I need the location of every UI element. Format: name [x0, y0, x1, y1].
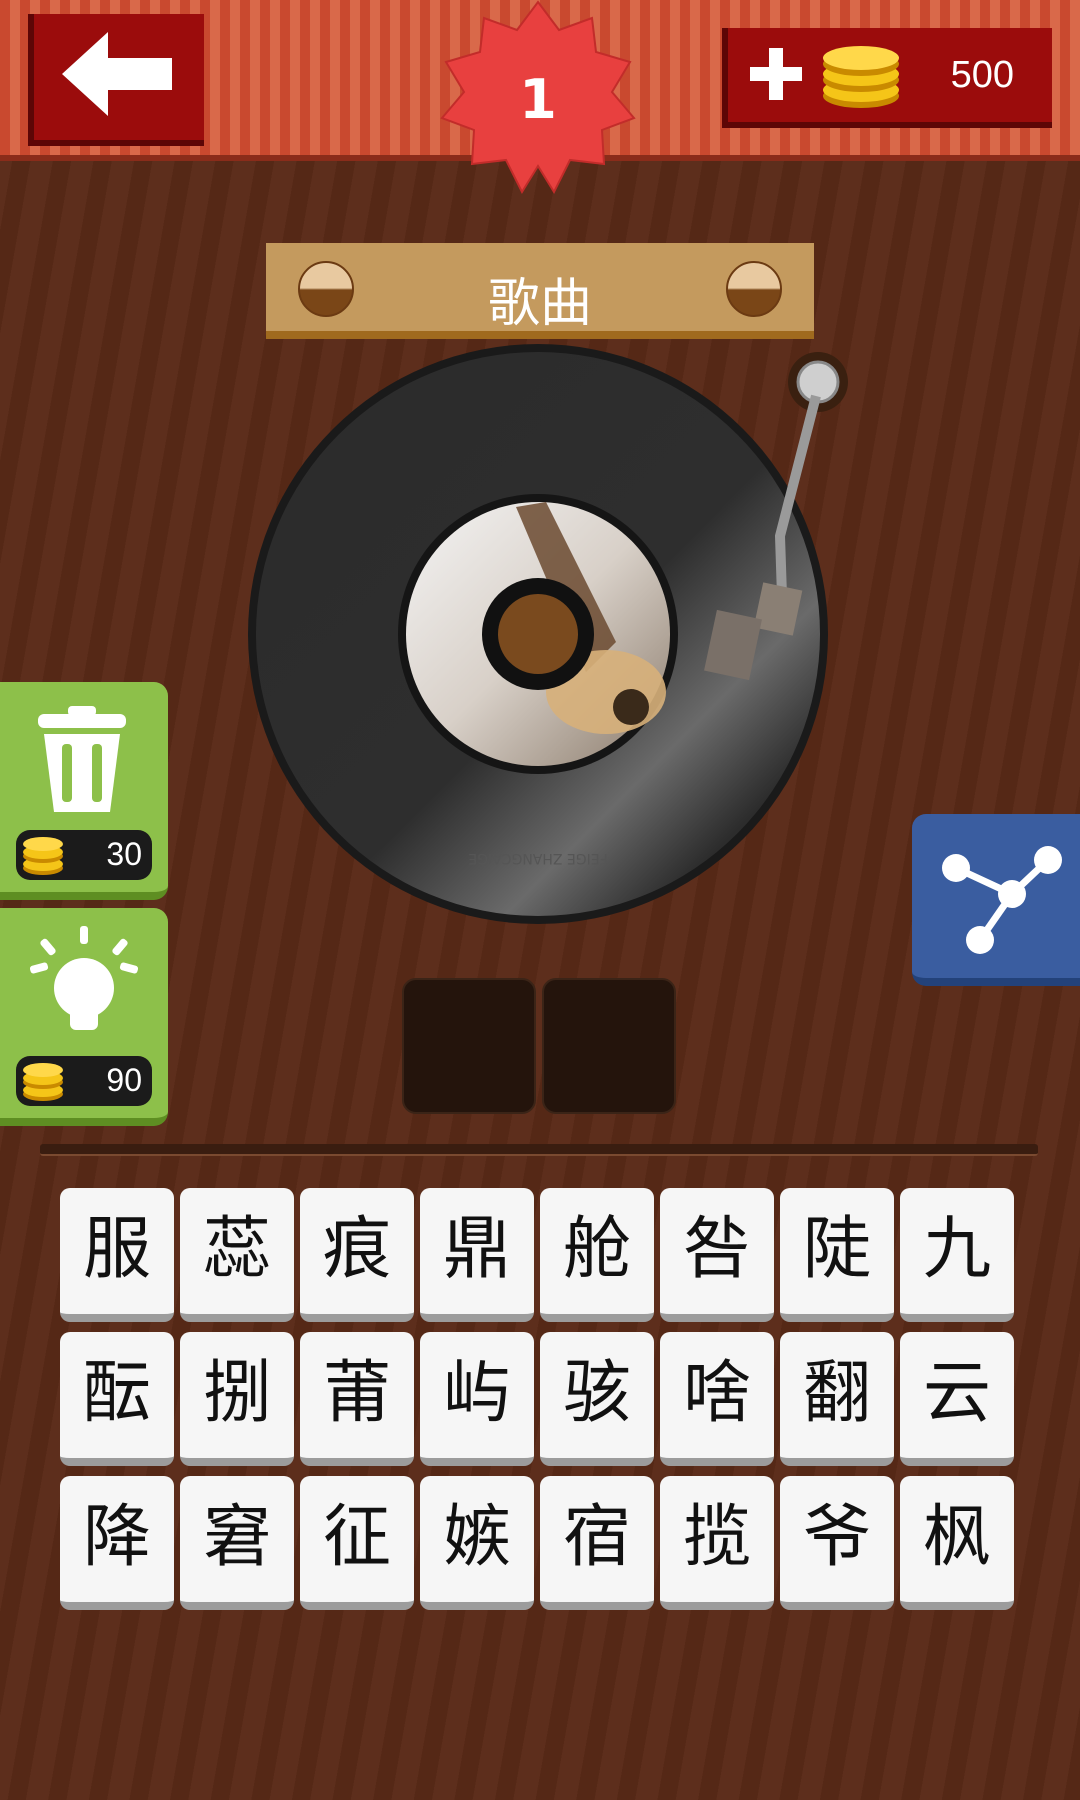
remove-cost-pill: 30 [16, 830, 152, 880]
screw-icon [726, 261, 782, 317]
coin-stack-icon [823, 46, 899, 108]
back-button[interactable] [28, 14, 204, 146]
divider [40, 1144, 1038, 1156]
answer-slot[interactable] [542, 978, 676, 1114]
tonearm [704, 352, 848, 681]
letter-tile[interactable]: 宿 [540, 1476, 654, 1610]
coin-stack-icon [23, 837, 63, 875]
letter-tile[interactable]: 咎 [660, 1188, 774, 1322]
letter-tile[interactable]: 舱 [540, 1188, 654, 1322]
share-button[interactable] [912, 814, 1080, 986]
trash-icon [38, 706, 126, 812]
letter-tile[interactable]: 揽 [660, 1476, 774, 1610]
letter-tile[interactable]: 蕊 [180, 1188, 294, 1322]
answer-slot[interactable] [402, 978, 536, 1114]
share-icon [942, 846, 1062, 954]
hint-cost: 90 [106, 1062, 142, 1098]
category-plank: 歌曲 [266, 243, 814, 339]
letter-tile[interactable]: 征 [300, 1476, 414, 1610]
letter-tile[interactable]: 云 [900, 1332, 1014, 1466]
letter-tile[interactable]: 骇 [540, 1332, 654, 1466]
letter-tile[interactable]: 嫉 [420, 1476, 534, 1610]
letter-tile[interactable]: 窘 [180, 1476, 294, 1610]
letter-tile[interactable]: 枫 [900, 1476, 1014, 1610]
letter-tile[interactable]: 屿 [420, 1332, 534, 1466]
letter-tile[interactable]: 陡 [780, 1188, 894, 1322]
remove-letters-button[interactable]: 30 [0, 682, 168, 900]
hint-button[interactable]: 90 [0, 908, 168, 1126]
plus-icon[interactable] [748, 46, 804, 102]
letter-tile[interactable]: 鼎 [420, 1188, 534, 1322]
level-badge: 1 [438, 0, 638, 196]
hint-cost-pill: 90 [16, 1056, 152, 1106]
letter-tile[interactable]: 莆 [300, 1332, 414, 1466]
coin-stack-icon [23, 1063, 63, 1101]
level-number: 1 [519, 68, 557, 131]
letter-tile[interactable]: 翻 [780, 1332, 894, 1466]
coin-count: 500 [950, 54, 1014, 96]
letter-tile[interactable]: 酝 [60, 1332, 174, 1466]
lightbulb-icon [30, 926, 138, 1030]
coin-balance-panel[interactable]: 500 [722, 28, 1052, 128]
letter-tile[interactable]: 啥 [660, 1332, 774, 1466]
letter-tile[interactable]: 降 [60, 1476, 174, 1610]
letter-tile[interactable]: 爷 [780, 1476, 894, 1610]
letter-tile[interactable]: 捌 [180, 1332, 294, 1466]
record-label-text: FEIGE ZHANGCAIGE [468, 850, 607, 866]
remove-cost: 30 [106, 836, 142, 872]
letter-tile[interactable]: 九 [900, 1188, 1014, 1322]
letter-tile[interactable]: 服 [60, 1188, 174, 1322]
letter-tile[interactable]: 痕 [300, 1188, 414, 1322]
left-arrow-icon [62, 32, 172, 116]
